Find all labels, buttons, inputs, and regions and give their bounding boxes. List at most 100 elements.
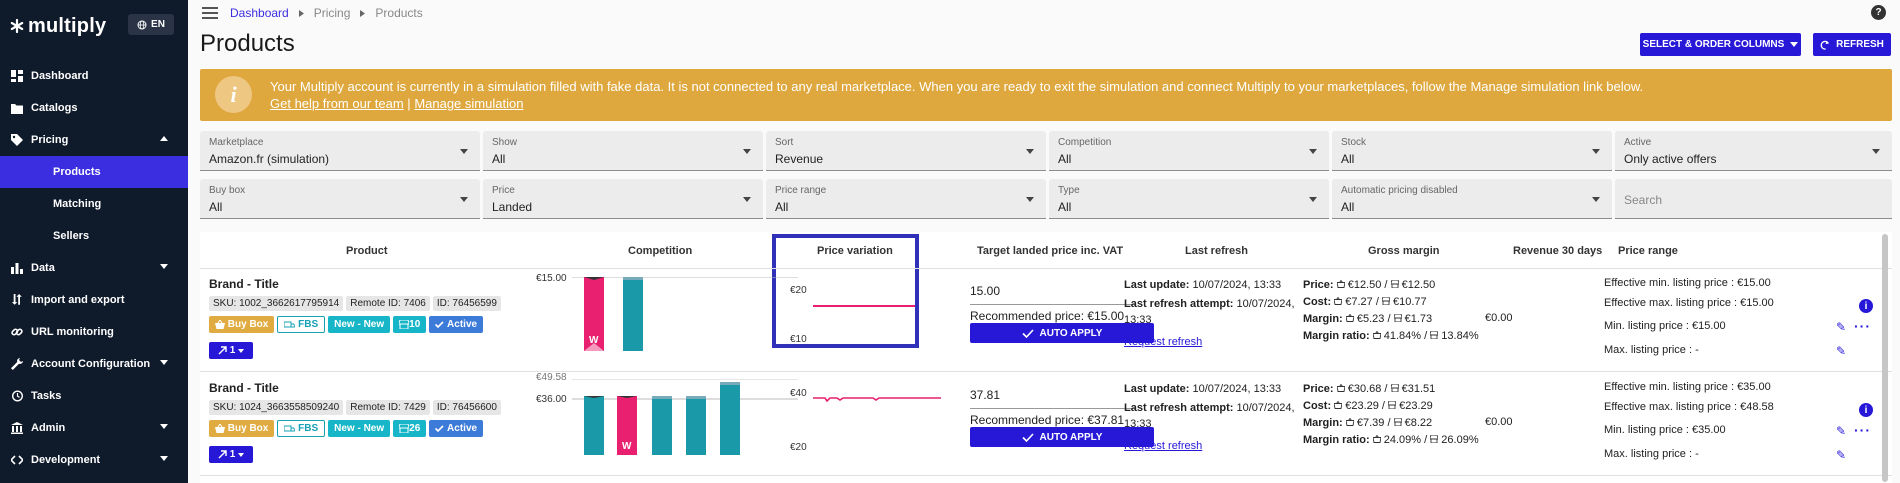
filter-price-range[interactable]: Price range All	[766, 179, 1046, 219]
column-header-product[interactable]: Product	[346, 245, 388, 257]
column-header-gross-margin[interactable]: Gross margin	[1368, 245, 1440, 257]
sidebar-item-import-export[interactable]: Import and export	[0, 284, 188, 316]
sidebar-item-label: Data	[31, 262, 55, 274]
language-selector[interactable]: EN	[128, 14, 174, 35]
gm-price: Price: €12.50 / €12.50	[1303, 279, 1435, 291]
banner-text: Your Multiply account is currently in a …	[270, 78, 1643, 112]
sidebar-item-matching[interactable]: Matching	[0, 188, 188, 220]
menu-toggle-icon[interactable]	[202, 7, 218, 19]
basket-icon	[1333, 296, 1343, 305]
banner-message: Your Multiply account is currently in a …	[270, 79, 1644, 94]
column-header-target-price[interactable]: Target landed price inc. VAT	[977, 245, 1123, 257]
filter-automatic-pricing-disabled[interactable]: Automatic pricing disabled All	[1332, 179, 1612, 219]
filter-type[interactable]: Type All	[1049, 179, 1329, 219]
request-refresh-link[interactable]: Request refresh	[1124, 440, 1202, 452]
sidebar-item-url-monitoring[interactable]: URL monitoring	[0, 316, 188, 348]
gm-margin-label: Margin:	[1303, 313, 1343, 325]
store-icon	[1381, 296, 1391, 306]
code-icon	[10, 453, 24, 467]
competition-bar	[652, 396, 672, 455]
store-icon	[399, 424, 410, 433]
sidebar-item-products[interactable]: Products	[0, 156, 188, 188]
brand-logo[interactable]: multiply	[10, 15, 106, 38]
sidebar-item-label: Matching	[53, 198, 102, 210]
column-header-revenue[interactable]: Revenue 30 days	[1513, 245, 1602, 257]
id-tag: ID: 76456599	[432, 296, 501, 311]
sidebar-item-development[interactable]: Development	[0, 444, 188, 476]
edit-max-price-icon[interactable]: ✎	[1836, 448, 1846, 462]
filter-active[interactable]: Active Only active offers	[1615, 131, 1892, 171]
sidebar-item-tasks[interactable]: Tasks	[0, 380, 188, 412]
search-placeholder: Search	[1624, 193, 1663, 207]
chart-icon	[10, 261, 24, 275]
target-price-field[interactable]: 37.81	[970, 388, 1135, 409]
filter-competition[interactable]: Competition All	[1049, 131, 1329, 171]
help-link[interactable]: Get help from our team	[270, 96, 404, 111]
help-icon[interactable]: ?	[1871, 5, 1886, 20]
auto-apply-label: AUTO APPLY	[1039, 431, 1103, 443]
info-icon[interactable]: i	[1859, 299, 1873, 313]
product-title[interactable]: Brand - Title	[209, 277, 279, 291]
edit-min-price-icon[interactable]: ✎	[1836, 320, 1846, 334]
target-price-field[interactable]: 15.00	[970, 284, 1135, 305]
sidebar-item-dashboard[interactable]: Dashboard	[0, 60, 188, 92]
last-attempt-label: Last refresh attempt:	[1124, 298, 1234, 310]
filter-label: Stock	[1341, 137, 1367, 148]
filter-price[interactable]: Price Landed	[483, 179, 763, 219]
table-scrollbar[interactable]	[1882, 234, 1888, 482]
caret-down-icon	[238, 452, 245, 457]
dropdown-arrow-icon	[1309, 197, 1317, 202]
edit-min-price-icon[interactable]: ✎	[1836, 424, 1846, 438]
row-action-menu-button[interactable]: 1	[209, 446, 253, 463]
column-header-last-refresh[interactable]: Last refresh	[1185, 245, 1248, 257]
filter-buy-box[interactable]: Buy box All	[200, 179, 480, 219]
breadcrumb-pricing[interactable]: Pricing	[314, 6, 351, 20]
competition-bar-cap	[686, 396, 706, 399]
column-header-price-range[interactable]: Price range	[1618, 245, 1678, 257]
search-input[interactable]: Search	[1615, 179, 1892, 219]
product-title[interactable]: Brand - Title	[209, 381, 279, 395]
sidebar-item-catalogs[interactable]: Catalogs	[0, 92, 188, 124]
competition-bar-cap	[720, 382, 740, 385]
row-actions: 1	[209, 446, 253, 463]
filter-stock[interactable]: Stock All	[1332, 131, 1612, 171]
last-update: Last update: 10/07/2024, 13:33	[1124, 279, 1281, 291]
sidebar-item-account-configuration[interactable]: Account Configuration	[0, 348, 188, 380]
request-refresh-link[interactable]: Request refresh	[1124, 336, 1202, 348]
last-attempt-label: Last refresh attempt:	[1124, 402, 1234, 414]
competition-bar-cap	[623, 277, 643, 280]
sidebar-item-admin[interactable]: Admin	[0, 412, 188, 444]
row-action-menu-button[interactable]: 1	[209, 342, 253, 359]
manage-simulation-link[interactable]: Manage simulation	[414, 96, 523, 111]
breadcrumb-dashboard[interactable]: Dashboard	[230, 6, 289, 20]
id-tag: ID: 76456600	[432, 400, 501, 415]
filter-show[interactable]: Show All	[483, 131, 763, 171]
filter-marketplace[interactable]: Marketplace Amazon.fr (simulation)	[200, 131, 480, 171]
gm-price-label: Price:	[1303, 279, 1334, 291]
gm-margin-label: Margin:	[1303, 417, 1343, 429]
check-icon	[435, 321, 444, 328]
more-options-icon[interactable]: ···	[1854, 318, 1871, 334]
sidebar-item-data[interactable]: Data	[0, 252, 188, 284]
sidebar-item-pricing[interactable]: Pricing	[0, 124, 188, 156]
filter-label: Marketplace	[209, 137, 264, 148]
recommended-price: Recommended price: €37.81	[970, 413, 1125, 427]
column-header-competition[interactable]: Competition	[628, 245, 692, 257]
row-actions: 1	[209, 342, 253, 359]
offers-count-badge: 26	[393, 420, 427, 437]
sidebar-item-sellers[interactable]: Sellers	[0, 220, 188, 252]
last-attempt: Last refresh attempt: 10/07/2024,	[1124, 298, 1295, 310]
select-columns-button[interactable]: SELECT & ORDER COLUMNS	[1640, 33, 1801, 56]
basket-icon	[1372, 330, 1382, 339]
refresh-label: REFRESH	[1836, 39, 1884, 50]
info-icon[interactable]: i	[1859, 403, 1873, 417]
more-options-icon[interactable]: ···	[1854, 422, 1871, 438]
sidebar-item-label: Dashboard	[31, 70, 89, 82]
remote-id-tag: Remote ID: 7429	[346, 400, 430, 415]
refresh-button[interactable]: REFRESH	[1813, 33, 1891, 56]
last-update: Last update: 10/07/2024, 13:33	[1124, 383, 1281, 395]
dropdown-arrow-icon	[743, 197, 751, 202]
filter-sort[interactable]: Sort Revenue	[766, 131, 1046, 171]
last-attempt-time: 13:33	[1124, 314, 1152, 326]
edit-max-price-icon[interactable]: ✎	[1836, 344, 1846, 358]
